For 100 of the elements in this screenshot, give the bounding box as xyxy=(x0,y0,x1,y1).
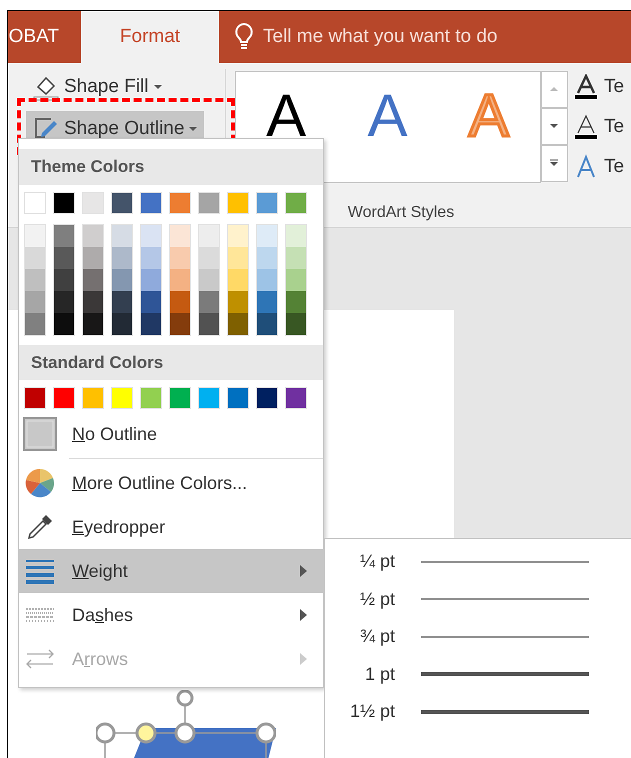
down-arrow-icon xyxy=(549,122,559,130)
ribbon-tab[interactable]: OBAT xyxy=(8,11,81,63)
color-swatch[interactable] xyxy=(169,387,191,409)
color-swatch[interactable] xyxy=(54,224,74,246)
color-swatch[interactable] xyxy=(141,224,161,246)
lightbulb-icon xyxy=(233,22,255,52)
color-swatch[interactable] xyxy=(228,224,248,246)
weight-option[interactable]: ½ pt xyxy=(325,580,631,618)
color-swatch[interactable] xyxy=(170,312,190,334)
color-swatch[interactable] xyxy=(228,246,248,268)
color-swatch[interactable] xyxy=(83,290,103,312)
color-swatch[interactable] xyxy=(198,192,220,214)
text-fill-button[interactable]: Te xyxy=(574,71,624,103)
color-swatch[interactable] xyxy=(24,192,46,214)
color-wheel-icon xyxy=(25,468,55,498)
color-swatch[interactable] xyxy=(199,246,219,268)
color-swatch[interactable] xyxy=(257,246,277,268)
color-swatch[interactable] xyxy=(170,290,190,312)
color-swatch[interactable] xyxy=(170,246,190,268)
color-swatch[interactable] xyxy=(140,387,162,409)
menu-item[interactable]: Eyedropper xyxy=(19,505,323,549)
color-swatch[interactable] xyxy=(24,387,46,409)
color-swatch[interactable] xyxy=(228,312,248,334)
text-effects-button[interactable]: Te xyxy=(574,151,624,183)
color-swatch[interactable] xyxy=(140,192,162,214)
shape-fill-button[interactable]: Shape Fill xyxy=(26,69,168,105)
color-swatch[interactable] xyxy=(111,387,133,409)
color-swatch[interactable] xyxy=(82,387,104,409)
color-swatch[interactable] xyxy=(228,290,248,312)
color-swatch[interactable] xyxy=(169,192,191,214)
color-swatch[interactable] xyxy=(199,312,219,334)
color-swatch[interactable] xyxy=(112,224,132,246)
color-swatch[interactable] xyxy=(257,268,277,290)
line-weight-icon xyxy=(26,558,54,584)
section-header: Standard Colors xyxy=(19,344,323,380)
color-swatch[interactable] xyxy=(25,246,45,268)
wordart-style[interactable]: A xyxy=(266,86,306,146)
menu-item[interactable]: No Outline xyxy=(19,412,323,456)
color-swatch[interactable] xyxy=(112,312,132,334)
color-swatch[interactable] xyxy=(285,192,307,214)
color-swatch[interactable] xyxy=(83,268,103,290)
arrows-icon xyxy=(25,647,55,671)
wordart-style[interactable]: A xyxy=(367,86,408,146)
color-swatch[interactable] xyxy=(285,387,307,409)
color-swatch[interactable] xyxy=(199,268,219,290)
color-swatch[interactable] xyxy=(82,192,104,214)
color-swatch[interactable] xyxy=(199,290,219,312)
color-swatch[interactable] xyxy=(286,290,306,312)
color-swatch[interactable] xyxy=(25,290,45,312)
color-swatch[interactable] xyxy=(54,290,74,312)
color-swatch[interactable] xyxy=(227,387,249,409)
color-swatch[interactable] xyxy=(286,224,306,246)
color-swatch[interactable] xyxy=(257,290,277,312)
color-swatch[interactable] xyxy=(25,268,45,290)
color-swatch[interactable] xyxy=(112,290,132,312)
color-swatch[interactable] xyxy=(54,246,74,268)
color-swatch[interactable] xyxy=(141,290,161,312)
ribbon-tab[interactable]: Format xyxy=(81,11,219,63)
color-swatch[interactable] xyxy=(25,312,45,334)
scroll-up-button[interactable] xyxy=(540,71,568,108)
color-swatch[interactable] xyxy=(227,192,249,214)
weight-option[interactable]: ¼ pt xyxy=(325,543,631,580)
color-swatch[interactable] xyxy=(257,224,277,246)
color-swatch[interactable] xyxy=(112,246,132,268)
menu-item[interactable]: Dashes xyxy=(19,593,323,637)
more-button[interactable] xyxy=(540,145,568,182)
color-swatch[interactable] xyxy=(256,387,278,409)
color-swatch[interactable] xyxy=(83,224,103,246)
text-outline-button[interactable]: Te xyxy=(574,111,624,143)
color-swatch[interactable] xyxy=(257,312,277,334)
group-label: WordArt Styles xyxy=(348,203,454,223)
menu-item[interactable]: More Outline Colors... xyxy=(19,461,323,505)
color-swatch[interactable] xyxy=(141,246,161,268)
weight-option[interactable]: 1 pt xyxy=(325,656,631,693)
menu-item[interactable]: Weight xyxy=(19,549,323,593)
color-swatch[interactable] xyxy=(83,312,103,334)
section-header: Theme Colors xyxy=(19,149,323,184)
color-swatch[interactable] xyxy=(141,312,161,334)
color-swatch[interactable] xyxy=(83,246,103,268)
color-swatch[interactable] xyxy=(228,268,248,290)
color-swatch[interactable] xyxy=(111,192,133,214)
expand-icon xyxy=(549,159,559,168)
color-swatch[interactable] xyxy=(53,387,75,409)
color-swatch[interactable] xyxy=(198,387,220,409)
color-swatch[interactable] xyxy=(54,312,74,334)
color-swatch[interactable] xyxy=(256,192,278,214)
weight-option[interactable]: 1½ pt xyxy=(325,693,631,730)
dashes-icon xyxy=(26,607,54,623)
color-swatch[interactable] xyxy=(25,224,45,246)
color-swatch[interactable] xyxy=(53,192,75,214)
color-swatch[interactable] xyxy=(141,268,161,290)
color-swatch[interactable] xyxy=(170,224,190,246)
color-swatch[interactable] xyxy=(199,224,219,246)
color-swatch[interactable] xyxy=(286,312,306,334)
color-swatch[interactable] xyxy=(286,246,306,268)
color-swatch[interactable] xyxy=(286,268,306,290)
color-swatch[interactable] xyxy=(112,268,132,290)
color-swatch[interactable] xyxy=(170,268,190,290)
color-swatch[interactable] xyxy=(54,268,74,290)
weight-option[interactable]: ¾ pt xyxy=(325,618,631,656)
